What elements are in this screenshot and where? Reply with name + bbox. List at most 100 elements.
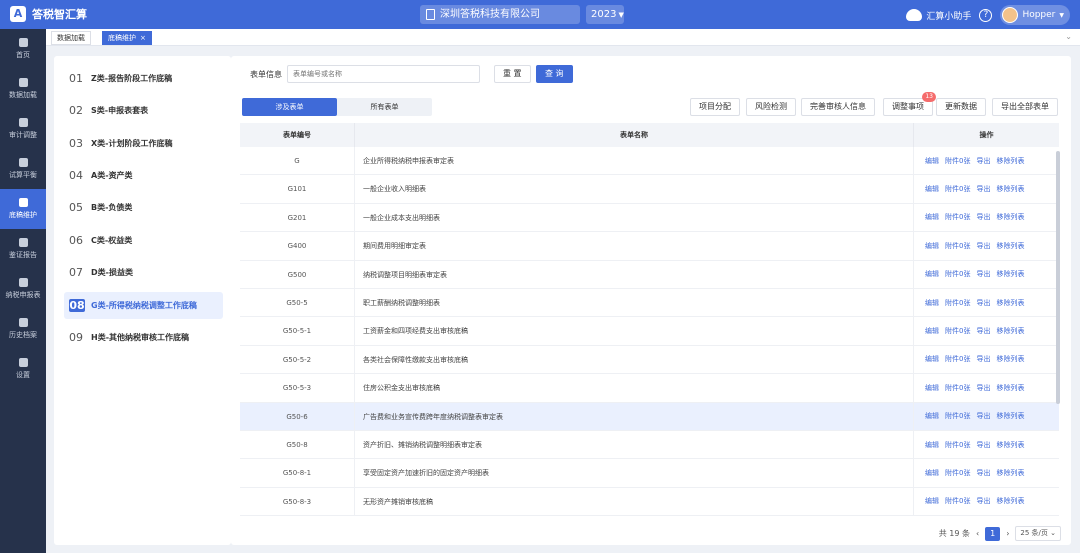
edit-link[interactable]: 编辑 [925, 383, 939, 393]
category-item[interactable]: 09 H类-其他纳税审核工作底稿 [64, 324, 223, 351]
category-item[interactable]: 07 D类-损益类 [64, 259, 223, 286]
edit-link[interactable]: 编辑 [925, 440, 939, 450]
export-link[interactable]: 导出 [976, 184, 990, 194]
remove-link[interactable]: 移除列表 [996, 411, 1024, 421]
complete-reviewer-button[interactable]: 完善审核人信息 [801, 98, 875, 116]
attachment-link[interactable]: 附件0张 [945, 411, 970, 421]
remove-link[interactable]: 移除列表 [996, 212, 1024, 222]
table-row[interactable]: G 企业所得税纳税申报表审定表 编辑 附件0张 导出 移除列表 [240, 147, 1059, 176]
sidebar-item-trial-balance[interactable]: 试算平衡 [0, 149, 46, 189]
year-selector[interactable]: 2023 ▼ [586, 5, 624, 24]
remove-link[interactable]: 移除列表 [996, 184, 1024, 194]
category-item[interactable]: 02 S类-申报表套表 [64, 97, 223, 124]
attachment-link[interactable]: 附件0张 [945, 212, 970, 222]
attachment-link[interactable]: 附件0张 [945, 383, 970, 393]
remove-link[interactable]: 移除列表 [996, 326, 1024, 336]
attachment-link[interactable]: 附件0张 [945, 184, 970, 194]
attachment-link[interactable]: 附件0张 [945, 326, 970, 336]
sidebar-item-archive[interactable]: 历史档案 [0, 309, 46, 349]
search-input[interactable] [287, 65, 480, 83]
helper-button[interactable]: 汇算小助手 [906, 9, 971, 22]
prev-page-icon[interactable]: ‹ [976, 529, 979, 538]
remove-link[interactable]: 移除列表 [996, 241, 1024, 251]
export-link[interactable]: 导出 [976, 298, 990, 308]
reset-button[interactable]: 重 置 [494, 65, 531, 83]
next-page-icon[interactable]: › [1006, 529, 1009, 538]
tab-all-forms[interactable]: 所有表单 [337, 98, 432, 116]
risk-check-button[interactable]: 风险检测 [746, 98, 796, 116]
category-item[interactable]: 03 X类-计划阶段工作底稿 [64, 130, 223, 157]
tab-involved-forms[interactable]: 涉及表单 [242, 98, 337, 116]
remove-link[interactable]: 移除列表 [996, 468, 1024, 478]
remove-link[interactable]: 移除列表 [996, 440, 1024, 450]
table-row[interactable]: G50-5 职工薪酬纳税调整明细表 编辑 附件0张 导出 移除列表 [240, 289, 1059, 318]
page-size-select[interactable]: 25 条/页 ⌄ [1015, 526, 1061, 541]
remove-link[interactable]: 移除列表 [996, 354, 1024, 364]
table-row[interactable]: G50-8-3 无形资产摊销审核底稿 编辑 附件0张 导出 移除列表 [240, 487, 1059, 517]
export-link[interactable]: 导出 [976, 212, 990, 222]
export-link[interactable]: 导出 [976, 241, 990, 251]
tab-workpaper[interactable]: 底稿维护 × [102, 31, 152, 45]
export-link[interactable]: 导出 [976, 496, 990, 506]
edit-link[interactable]: 编辑 [925, 326, 939, 336]
table-row[interactable]: G400 期间费用明细审定表 编辑 附件0张 导出 移除列表 [240, 232, 1059, 261]
export-link[interactable]: 导出 [976, 156, 990, 166]
remove-link[interactable]: 移除列表 [996, 269, 1024, 279]
edit-link[interactable]: 编辑 [925, 354, 939, 364]
sidebar-item-audit-adjust[interactable]: 审计调整 [0, 109, 46, 149]
table-row[interactable]: G50-6 广告费和业务宣传费跨年度纳税调整表审定表 编辑 附件0张 导出 移除列表 [240, 402, 1059, 431]
remove-link[interactable]: 移除列表 [996, 496, 1024, 506]
export-link[interactable]: 导出 [976, 411, 990, 421]
export-link[interactable]: 导出 [976, 468, 990, 478]
remove-link[interactable]: 移除列表 [996, 383, 1024, 393]
attachment-link[interactable]: 附件0张 [945, 354, 970, 364]
edit-link[interactable]: 编辑 [925, 411, 939, 421]
category-item[interactable]: 01 Z类-报告阶段工作底稿 [64, 65, 223, 92]
attachment-link[interactable]: 附件0张 [945, 298, 970, 308]
category-item[interactable]: 05 B类-负债类 [64, 194, 223, 221]
category-item[interactable]: 06 C类-权益类 [64, 227, 223, 254]
table-row[interactable]: G101 一般企业收入明细表 编辑 附件0张 导出 移除列表 [240, 175, 1059, 204]
export-all-button[interactable]: 导出全部表单 [992, 98, 1058, 116]
edit-link[interactable]: 编辑 [925, 184, 939, 194]
remove-link[interactable]: 移除列表 [996, 298, 1024, 308]
adjustments-button[interactable]: 调整事项 13 [883, 92, 936, 116]
sidebar-item-report[interactable]: 鉴证报告 [0, 229, 46, 269]
table-row[interactable]: G50-5-3 住房公积金支出审核底稿 编辑 附件0张 导出 移除列表 [240, 374, 1059, 403]
table-row[interactable]: G50-8 资产折旧、摊销纳税调整明细表审定表 编辑 附件0张 导出 移除列表 [240, 431, 1059, 460]
page-number[interactable]: 1 [985, 526, 1001, 541]
edit-link[interactable]: 编辑 [925, 212, 939, 222]
edit-link[interactable]: 编辑 [925, 156, 939, 166]
sidebar-item-settings[interactable]: 设置 [0, 349, 46, 389]
export-link[interactable]: 导出 [976, 326, 990, 336]
help-icon[interactable]: ? [979, 8, 993, 22]
sidebar-item-home[interactable]: 首页 [0, 29, 46, 69]
attachment-link[interactable]: 附件0张 [945, 156, 970, 166]
project-allocation-button[interactable]: 项目分配 [690, 98, 740, 116]
sidebar-item-data-load[interactable]: 数据加载 [0, 69, 46, 109]
attachment-link[interactable]: 附件0张 [945, 468, 970, 478]
table-scrollbar[interactable] [1056, 151, 1060, 404]
tab-data-load[interactable]: 数据加载 [51, 31, 91, 45]
attachment-link[interactable]: 附件0张 [945, 269, 970, 279]
edit-link[interactable]: 编辑 [925, 496, 939, 506]
edit-link[interactable]: 编辑 [925, 269, 939, 279]
category-item-active[interactable]: 08 G类-所得税纳税调整工作底稿 [64, 292, 223, 319]
category-item[interactable]: 04 A类-资产类 [64, 162, 223, 189]
search-button[interactable]: 查 询 [536, 65, 573, 83]
attachment-link[interactable]: 附件0张 [945, 440, 970, 450]
export-link[interactable]: 导出 [976, 269, 990, 279]
sidebar-item-workpaper[interactable]: 底稿维护 [0, 189, 46, 229]
company-selector[interactable]: 深圳答税科技有限公司 [420, 5, 580, 24]
table-row[interactable]: G50-5-1 工资薪金和四项经费支出审核底稿 编辑 附件0张 导出 移除列表 [240, 317, 1059, 346]
app-logo[interactable]: A 答税智汇算 [10, 6, 87, 22]
user-menu[interactable]: Hopper ▼ [1000, 5, 1070, 25]
export-link[interactable]: 导出 [976, 354, 990, 364]
edit-link[interactable]: 编辑 [925, 468, 939, 478]
table-row[interactable]: G201 一般企业成本支出明细表 编辑 附件0张 导出 移除列表 [240, 203, 1059, 233]
sidebar-item-tax-return[interactable]: 纳税申报表 [0, 269, 46, 309]
edit-link[interactable]: 编辑 [925, 241, 939, 251]
export-link[interactable]: 导出 [976, 383, 990, 393]
table-row[interactable]: G500 纳税调整项目明细表审定表 编辑 附件0张 导出 移除列表 [240, 260, 1059, 289]
remove-link[interactable]: 移除列表 [996, 156, 1024, 166]
